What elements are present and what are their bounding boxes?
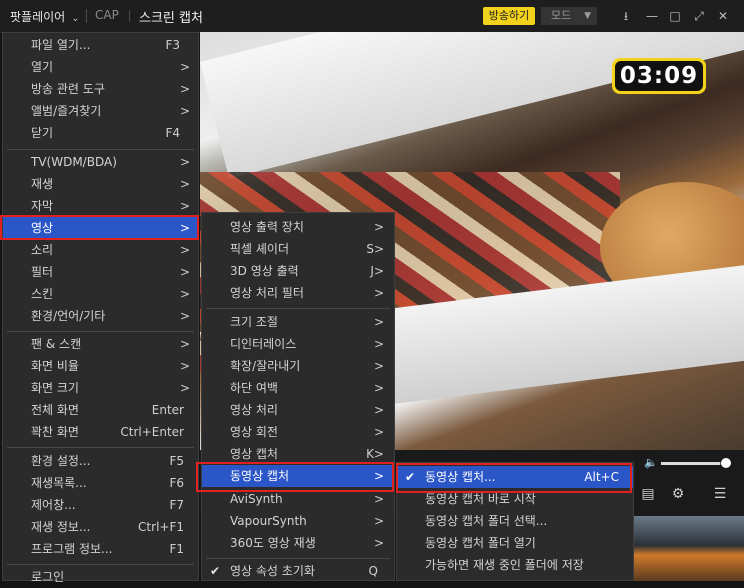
submenu-item-pixel-shader[interactable]: 픽셀 셰이더 S> (202, 238, 384, 260)
menu-item-broadcast-tools[interactable]: 방송 관련 도구 > (3, 78, 190, 100)
submenu-item-deinterlace[interactable]: 디인터레이스 > (202, 333, 384, 355)
menu-item-playback[interactable]: 재생 > (3, 173, 190, 195)
menu-separator (7, 149, 194, 150)
title-bar: 팟플레이어 ⌄ CAP 스크린 캡처 방송하기 모드 ▼ ⭳ — □ ⤢ ✕ (0, 0, 744, 33)
menu-item-preferences[interactable]: 환경 설정... F5 (3, 450, 184, 472)
menu-separator (206, 558, 390, 559)
mode-select-label: 모드 (551, 9, 572, 22)
menu-item-playback-info[interactable]: 재생 정보... Ctrl+F1 (3, 516, 184, 538)
cap-label: CAP (95, 8, 119, 22)
menu-separator (7, 564, 194, 565)
mode-select[interactable]: 모드 ▼ (541, 7, 597, 25)
app-menu-label: 팟플레이어 (10, 10, 66, 24)
menu-item-filters[interactable]: 필터 > (3, 261, 190, 283)
submenu-item-processing-filter[interactable]: 영상 처리 필터 > (202, 282, 384, 304)
broadcast-button[interactable]: 방송하기 (483, 7, 535, 25)
menu-item-fit-screen[interactable]: 꽉찬 화면 Ctrl+Enter (3, 421, 184, 443)
menu-item-aspect-ratio[interactable]: 화면 비율 > (3, 355, 190, 377)
timer-text: 03:09 (615, 61, 703, 91)
menu-separator (7, 331, 194, 332)
thumbnail-preview (630, 516, 744, 581)
menu-item-playlist[interactable]: 재생목록... F6 (3, 472, 184, 494)
pin-icon[interactable]: ⭳ (617, 6, 635, 26)
menu-item-skins[interactable]: 스킨 > (3, 283, 190, 305)
close-icon[interactable]: ✕ (714, 6, 732, 26)
highlight-outline-video (0, 215, 199, 240)
highlight-outline-capture (396, 463, 632, 493)
menu-icon[interactable]: ☰ (710, 484, 730, 504)
checkmark-icon: ✔ (210, 564, 221, 578)
window-title: 스크린 캡처 (139, 11, 203, 26)
volume-fill (661, 462, 720, 465)
menu-item-album-favorites[interactable]: 앨범/즐겨찾기 > (3, 100, 190, 122)
submenu-item-vapoursynth[interactable]: VapourSynth > (202, 510, 384, 532)
fullscreen-icon[interactable]: ⤢ (690, 6, 708, 26)
divider (129, 10, 130, 22)
menu-item-audio[interactable]: 소리 > (3, 239, 190, 261)
maximize-icon[interactable]: □ (666, 6, 684, 26)
menu-item-subtitles[interactable]: 자막 > (3, 195, 190, 217)
minimize-icon[interactable]: — (643, 6, 661, 26)
submenu-item-360-playback[interactable]: 360도 영상 재생 > (202, 532, 384, 554)
video-content (200, 32, 744, 179)
capture-item-open-folder[interactable]: 동영상 캡처 폴더 열기 (397, 532, 633, 554)
menu-item-about[interactable]: 프로그램 정보... F1 (3, 538, 184, 560)
menu-item-open[interactable]: 열기 > (3, 56, 190, 78)
chevron-down-icon: ⌄ (71, 13, 80, 24)
menu-item-control-panel[interactable]: 제어창... F7 (3, 494, 184, 516)
submenu-item-reset-properties[interactable]: ✔ 영상 속성 초기화 Q (202, 560, 378, 582)
menu-item-tv[interactable]: TV(WDM/BDA) > (3, 151, 190, 173)
menu-item-close[interactable]: 닫기 F4 (3, 122, 180, 144)
menu-separator (7, 447, 194, 448)
submenu-item-rotate[interactable]: 영상 회전 > (202, 421, 384, 443)
menu-item-login[interactable]: 로그인 (3, 566, 184, 588)
highlight-outline-video-capture (196, 462, 394, 492)
menu-item-screen-size[interactable]: 화면 크기 > (3, 377, 190, 399)
menu-item-open-file[interactable]: 파일 열기... F3 (3, 34, 180, 56)
volume-icon[interactable]: 🔈 (644, 456, 658, 469)
submenu-item-resize[interactable]: 크기 조절 > (202, 311, 384, 333)
timer-overlay: 03:09 (612, 58, 706, 94)
main-context-menu: 파일 열기... F3 열기 > 방송 관련 도구 > 앨범/즐겨찾기 > 닫기 F4 T… (2, 32, 199, 584)
menu-separator (206, 308, 390, 309)
capture-item-select-folder[interactable]: 동영상 캡처 폴더 선택... (397, 510, 633, 532)
gear-icon[interactable]: ⚙ (668, 484, 688, 504)
submenu-item-3d-output[interactable]: 3D 영상 출력 J> (202, 260, 384, 282)
menu-item-env-language[interactable]: 환경/언어/기타 > (3, 305, 190, 327)
volume-handle[interactable] (721, 458, 731, 468)
capture-item-save-in-playing-folder[interactable]: 가능하면 재생 중인 폴더에 저장 (397, 554, 633, 576)
submenu-item-bottom-margin[interactable]: 하단 여백 > (202, 377, 384, 399)
submenu-item-processing[interactable]: 영상 처리 > (202, 399, 384, 421)
video-submenu: 영상 출력 장치 > 픽셀 셰이더 S> 3D 영상 출력 J> 영상 처리 필터 > … (201, 212, 395, 581)
menu-item-pan-scan[interactable]: 팬 & 스캔 > (3, 333, 190, 355)
playlist-icon[interactable]: ▤ (638, 484, 658, 504)
app-menu-button[interactable]: 팟플레이어 ⌄ (10, 8, 80, 25)
submenu-item-expand-crop[interactable]: 확장/잘라내기 > (202, 355, 384, 377)
caret-down-icon: ▼ (584, 11, 591, 21)
submenu-item-output-device[interactable]: 영상 출력 장치 > (202, 216, 384, 238)
menu-item-fullscreen[interactable]: 전체 화면 Enter (3, 399, 184, 421)
divider (86, 9, 87, 23)
